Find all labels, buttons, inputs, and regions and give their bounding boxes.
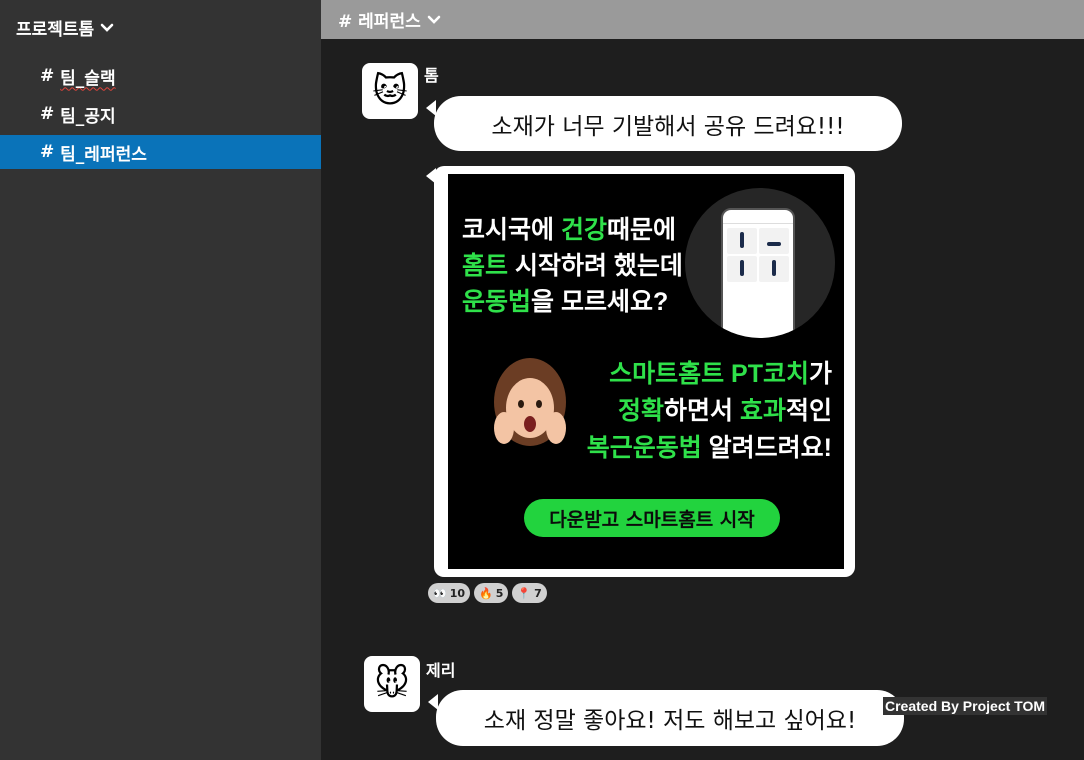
workspace-switcher[interactable]: 프로젝트톰	[16, 15, 114, 40]
sidebar-item-team-notice[interactable]: # 팀_공지	[0, 95, 321, 133]
reaction-count: 10	[449, 586, 466, 600]
fire-icon: 🔥	[479, 586, 493, 600]
channel-hash: #	[40, 66, 55, 86]
message-author[interactable]: 톰	[424, 62, 439, 86]
message-author[interactable]: 제리	[426, 657, 455, 681]
cat-face-icon: 🐱	[372, 71, 408, 111]
avatar-jerry[interactable]: 🐭	[364, 656, 420, 712]
ad-body-line: 스마트홈트 PT코치가	[609, 360, 832, 388]
reaction-pushpin[interactable]: 📍 7	[512, 583, 547, 603]
chevron-down-icon	[100, 23, 114, 32]
ad-download-button[interactable]: 다운받고 스마트홈트 시작	[524, 499, 780, 537]
message-text: 소재 정말 좋아요! 저도 해보고 싶어요!	[483, 708, 857, 734]
sidebar: 프로젝트톰 # 팀_슬랙 # 팀_공지 # 팀_레퍼런스	[0, 0, 321, 760]
avatar-tom[interactable]: 🐱	[362, 63, 418, 119]
ad-body-line: 정확하면서 효과적인	[618, 397, 832, 425]
ad-headline-line: 홈트 시작하려 했는데	[462, 252, 683, 280]
ad-headline-line: 운동법을 모르세요?	[462, 288, 669, 316]
workspace-name: 프로젝트톰	[16, 20, 95, 40]
sidebar-item-team-reference[interactable]: # 팀_레퍼런스	[0, 135, 321, 169]
phone-screenshot	[685, 188, 835, 338]
watermark: Created By Project TOM	[883, 697, 1048, 715]
pushpin-icon: 📍	[517, 586, 532, 600]
reaction-count: 7	[534, 586, 542, 600]
reaction-eyes[interactable]: 👀 10	[428, 583, 471, 603]
reaction-bar: 👀 10 🔥 5 📍 7	[428, 583, 547, 603]
message-bubble: 소재가 너무 기발해서 공유 드려요!!!	[434, 96, 902, 151]
channel-hash: #	[40, 142, 55, 162]
channel-header[interactable]: # 레퍼런스	[321, 0, 1084, 39]
sidebar-item-team-slack[interactable]: # 팀_슬랙	[0, 57, 321, 95]
message-bubble: 소재 정말 좋아요! 저도 해보고 싶어요!	[436, 690, 904, 746]
chevron-down-icon	[427, 15, 441, 24]
reaction-count: 5	[495, 586, 504, 600]
channel-label: 팀_슬랙	[60, 68, 116, 89]
channel-hash: #	[40, 104, 55, 124]
message-text: 소재가 너무 기발해서 공유 드려요!!!	[491, 113, 845, 140]
mouse-face-icon: 🐭	[374, 664, 410, 704]
ad-headline-line: 코시국에 건강때문에	[462, 216, 676, 244]
ad-image[interactable]: 코시국에 건강때문에 홈트 시작하려 했는데 운동법을 모르세요? 스마트홈트 …	[448, 174, 844, 569]
surprised-woman-emoji-icon	[494, 358, 566, 446]
reaction-fire[interactable]: 🔥 5	[474, 583, 509, 603]
channel-label: 팀_레퍼런스	[60, 144, 147, 165]
ad-body-line: 복근운동법 알려드려요!	[586, 434, 832, 462]
eyes-icon: 👀	[433, 586, 447, 600]
channel-title: # 레퍼런스	[338, 12, 421, 32]
channel-list: # 팀_슬랙 # 팀_공지 # 팀_레퍼런스	[0, 57, 321, 169]
channel-label: 팀_공지	[60, 106, 116, 127]
